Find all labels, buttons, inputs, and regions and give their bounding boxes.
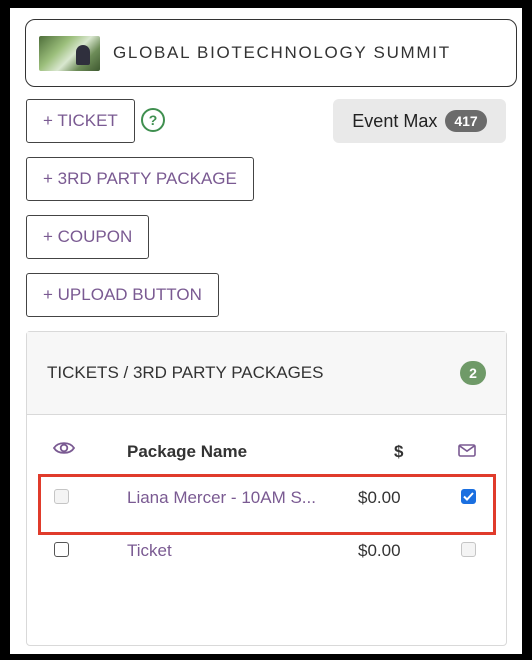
table-row: Liana Mercer - 10AM S... $0.00 <box>27 482 506 512</box>
table-header: Package Name $ <box>27 440 506 464</box>
visibility-checkbox[interactable] <box>54 542 69 557</box>
email-checkbox[interactable] <box>461 542 476 557</box>
checkmark-icon <box>463 492 474 501</box>
packages-card: TICKETS / 3RD PARTY PACKAGES 2 Package N… <box>26 331 507 646</box>
package-count-badge: 2 <box>460 361 486 385</box>
package-price: $0.00 <box>358 541 401 560</box>
event-title: GLOBAL BIOTECHNOLOGY SUMMIT <box>113 43 451 62</box>
event-max-badge: 417 <box>445 110 487 132</box>
add-coupon-button[interactable]: + COUPON <box>26 215 150 259</box>
add-upload-button[interactable]: + UPLOAD BUTTON <box>26 273 219 317</box>
event-header[interactable]: GLOBAL BIOTECHNOLOGY SUMMIT <box>25 19 517 87</box>
package-price: $0.00 <box>358 488 401 507</box>
eye-icon <box>52 440 76 461</box>
email-checkbox[interactable] <box>461 489 476 504</box>
envelope-icon <box>458 444 476 462</box>
packages-panel: GLOBAL BIOTECHNOLOGY SUMMIT + TICKET ? E… <box>10 8 522 654</box>
visibility-checkbox[interactable] <box>54 489 69 504</box>
card-title: TICKETS / 3RD PARTY PACKAGES <box>47 363 324 382</box>
event-max-indicator: Event Max 417 <box>333 99 506 143</box>
price-header: $ <box>394 442 404 461</box>
event-max-label: Event Max <box>352 110 438 131</box>
card-header: TICKETS / 3RD PARTY PACKAGES 2 <box>27 332 506 415</box>
package-name-link[interactable]: Liana Mercer - 10AM S... <box>127 488 339 508</box>
event-thumbnail <box>39 35 100 71</box>
help-icon[interactable]: ? <box>141 108 165 132</box>
package-name-link[interactable]: Ticket <box>127 541 339 561</box>
package-name-header: Package Name <box>127 442 248 461</box>
table-row: Ticket $0.00 <box>27 535 506 565</box>
add-ticket-button[interactable]: + TICKET <box>26 99 135 143</box>
add-3rd-party-package-button[interactable]: + 3RD PARTY PACKAGE <box>26 157 254 201</box>
